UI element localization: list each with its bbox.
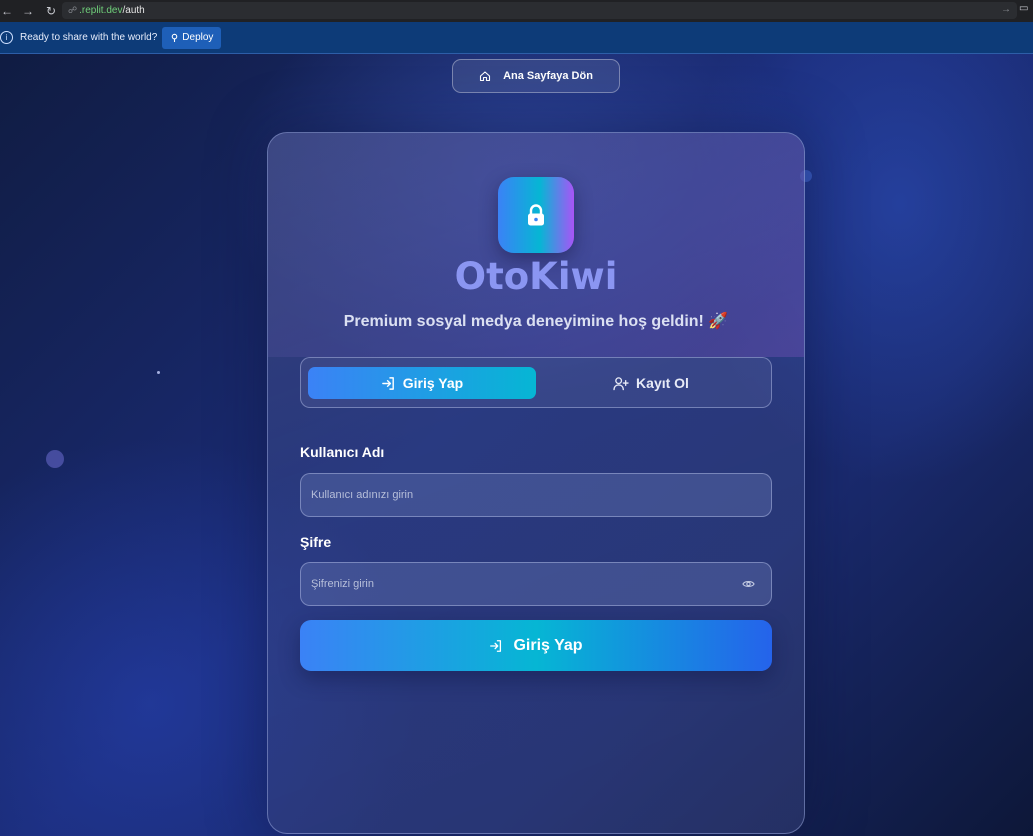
forward-arrow-icon[interactable]: → — [18, 1, 38, 21]
tab-register-label: Kayıt Ol — [636, 375, 689, 391]
eye-icon[interactable] — [741, 578, 755, 590]
login-submit-button[interactable]: Giriş Yap — [300, 620, 772, 671]
url-path: /auth — [122, 5, 145, 16]
tab-login-label: Giriş Yap — [402, 375, 464, 391]
tagline: Premium sosyal medya deneyimine hoş geld… — [343, 313, 729, 330]
reload-icon[interactable]: ↻ — [41, 1, 61, 21]
home-label: Ana Sayfaya Dön — [503, 70, 593, 82]
auth-page: Ana Sayfaya Dön OtoKiwi Premium sosyal m… — [0, 54, 1033, 836]
link-icon: ☍ — [68, 5, 78, 15]
username-input[interactable] — [300, 473, 772, 517]
deploy-icon — [172, 33, 178, 42]
username-label: Kullanıcı Adı — [300, 444, 385, 460]
lock-icon — [528, 204, 544, 226]
submit-label: Giriş Yap — [513, 636, 583, 654]
decor-dot — [157, 371, 160, 374]
user-plus-icon — [613, 376, 629, 390]
decor-orb — [46, 450, 64, 468]
logo-tile — [498, 177, 574, 253]
screen-icon[interactable]: ▭ — [1019, 3, 1031, 17]
address-bar[interactable]: ☍ .replit.dev/auth → — [62, 2, 1017, 19]
brand-title: OtoKiwi — [454, 255, 618, 298]
back-arrow-icon[interactable]: ← — [0, 1, 17, 21]
home-button[interactable]: Ana Sayfaya Dön — [452, 59, 620, 93]
password-label: Şifre — [300, 534, 332, 550]
tab-register[interactable]: Kayıt Ol — [537, 367, 765, 399]
login-icon — [381, 376, 394, 390]
deploy-message: Ready to share with the world? — [20, 32, 158, 43]
auth-tabs: Giriş Yap Kayıt Ol — [300, 357, 772, 408]
browser-toolbar: ← → ↻ ☍ .replit.dev/auth → ▭ — [0, 0, 1033, 22]
deploy-button[interactable]: Deploy — [162, 26, 222, 49]
login-icon — [490, 639, 502, 652]
deploy-label: Deploy — [182, 32, 214, 43]
deploy-banner: i Ready to share with the world? Deploy — [0, 22, 1033, 54]
info-icon: i — [0, 31, 13, 44]
url-host: .replit.dev — [79, 5, 123, 16]
go-arrow-icon[interactable]: → — [1001, 4, 1011, 15]
tab-login[interactable]: Giriş Yap — [308, 367, 536, 399]
home-icon — [480, 71, 491, 82]
auth-card: OtoKiwi Premium sosyal medya deneyimine … — [267, 132, 805, 834]
password-input[interactable] — [300, 562, 772, 606]
